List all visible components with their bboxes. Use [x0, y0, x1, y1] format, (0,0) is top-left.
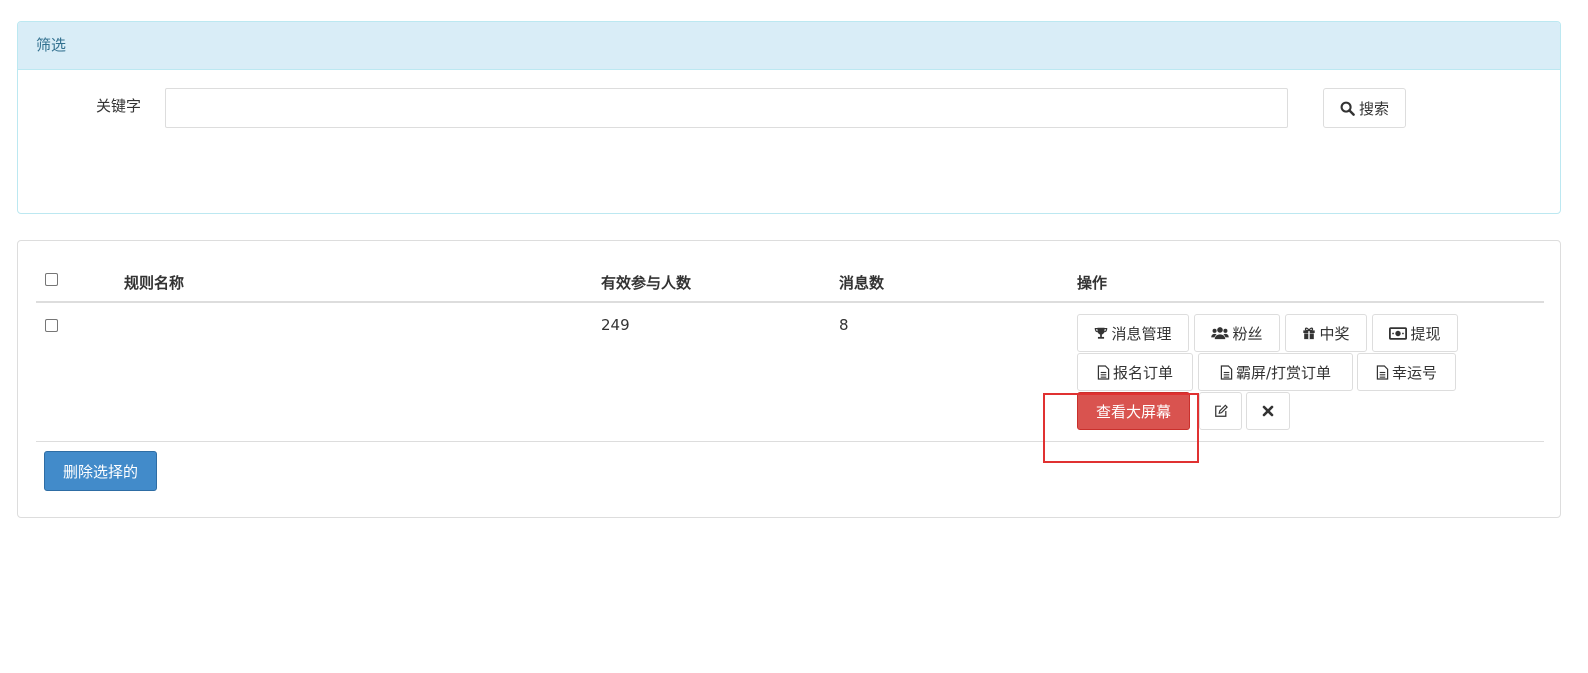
delete-button[interactable] [1246, 392, 1290, 430]
edit-button[interactable] [1199, 392, 1242, 430]
screen-reward-orders-label: 霸屏/打赏订单 [1235, 363, 1332, 382]
close-icon [1262, 405, 1274, 417]
prize-label: 中奖 [1319, 324, 1350, 343]
search-button[interactable]: 搜索 [1323, 88, 1406, 128]
select-all-checkbox[interactable] [45, 273, 58, 286]
filter-heading: 筛选 [18, 22, 1560, 70]
prize-button[interactable]: 中奖 [1285, 314, 1367, 352]
view-big-screen-button[interactable]: 查看大屏幕 [1077, 392, 1190, 430]
withdraw-label: 提现 [1410, 324, 1441, 343]
message-manage-button[interactable]: 消息管理 [1077, 314, 1189, 352]
withdraw-button[interactable]: 提现 [1372, 314, 1458, 352]
money-icon [1389, 326, 1408, 340]
signup-orders-button[interactable]: 报名订单 [1077, 353, 1193, 391]
row-messages: 8 [839, 316, 849, 334]
lucky-number-label: 幸运号 [1391, 363, 1437, 382]
message-manage-label: 消息管理 [1111, 324, 1172, 343]
signup-orders-label: 报名订单 [1112, 363, 1173, 382]
file-text-icon [1376, 364, 1389, 380]
gift-icon [1302, 326, 1316, 340]
screen-reward-orders-button[interactable]: 霸屏/打赏订单 [1198, 353, 1353, 391]
column-header-actions: 操作 [1077, 274, 1108, 292]
row-checkbox[interactable] [45, 319, 58, 332]
column-header-participants: 有效参与人数 [601, 274, 692, 292]
keyword-label: 关键字 [96, 97, 142, 115]
keyword-input[interactable] [165, 88, 1288, 128]
edit-icon [1214, 404, 1228, 418]
users-icon [1211, 326, 1230, 340]
row-divider [36, 441, 1544, 442]
row-participants: 249 [601, 316, 630, 334]
fans-label: 粉丝 [1232, 324, 1263, 343]
fans-button[interactable]: 粉丝 [1194, 314, 1280, 352]
header-divider [36, 301, 1544, 303]
delete-selected-button[interactable]: 删除选择的 [44, 451, 157, 491]
trophy-icon [1094, 326, 1108, 340]
rules-table-panel: 规则名称 有效参与人数 消息数 操作 249 8 消息管理 粉丝 中奖 提现 报… [17, 240, 1561, 518]
column-header-messages: 消息数 [839, 274, 885, 292]
file-text-icon [1220, 364, 1233, 380]
search-icon [1340, 101, 1355, 116]
search-button-label: 搜索 [1358, 99, 1389, 118]
lucky-number-button[interactable]: 幸运号 [1357, 353, 1456, 391]
file-text-icon [1097, 364, 1110, 380]
column-header-rule-name: 规则名称 [124, 274, 185, 292]
filter-panel: 筛选 关键字 搜索 [17, 21, 1561, 214]
